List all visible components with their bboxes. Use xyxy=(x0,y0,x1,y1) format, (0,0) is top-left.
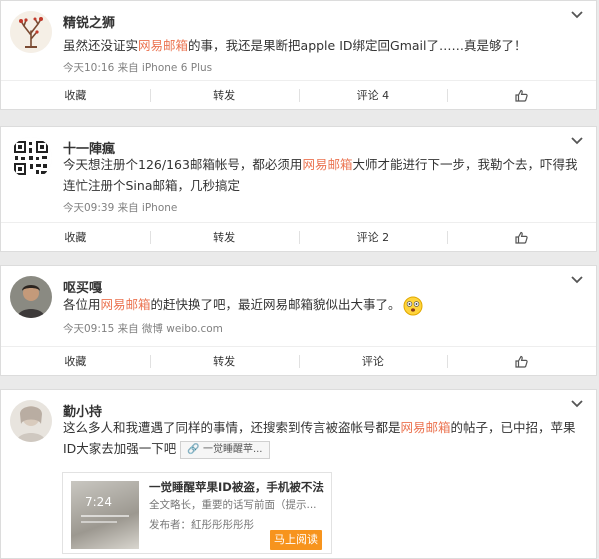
article-thumbnail: 7:24 xyxy=(71,481,139,549)
post-meta[interactable]: 今天09:15 来自 微博 weibo.com xyxy=(63,321,223,336)
chevron-down-icon[interactable] xyxy=(570,399,584,409)
post-text: 今天想注册个126/163邮箱帐号，都必须用网易邮箱大师才能进行下一步，我勒个去… xyxy=(63,154,582,196)
post-meta[interactable]: 今天09:39 来自 iPhone xyxy=(63,200,177,215)
chevron-down-icon[interactable] xyxy=(570,10,584,20)
thumbs-up-icon xyxy=(515,89,528,102)
post-text-part: 的事，我还是果断把apple ID绑定回Gmail了……真是够了！ xyxy=(188,38,527,53)
link-tag[interactable]: 🔗 一觉睡醒苹... xyxy=(180,440,270,459)
post-card: 十一陣瘋 今天想注册个126/163邮箱帐号，都必须用网易邮箱大师才能进行下一步… xyxy=(0,126,597,252)
repost-button[interactable]: 转发 xyxy=(149,81,299,109)
highlight-keyword[interactable]: 网易邮箱 xyxy=(302,157,352,172)
highlight-keyword[interactable]: 网易邮箱 xyxy=(401,420,451,435)
action-bar: 收藏 转发 评论 4 xyxy=(1,80,596,109)
avatar[interactable] xyxy=(10,11,52,53)
post-card: 精锐之狮 虽然还没证实网易邮箱的事，我还是果断把apple ID绑定回Gmail… xyxy=(0,0,597,110)
author-name[interactable]: 精锐之狮 xyxy=(63,12,115,31)
action-bar: 收藏 转发 评论 xyxy=(1,346,596,375)
chevron-down-icon[interactable] xyxy=(570,136,584,146)
article-title[interactable]: 一觉睡醒苹果ID被盗，手机被不法... xyxy=(149,479,325,495)
avatar[interactable] xyxy=(10,276,52,318)
highlight-keyword[interactable]: 网易邮箱 xyxy=(101,297,151,312)
link-icon: 🔗 xyxy=(187,443,203,455)
comment-button[interactable]: 评论 xyxy=(298,347,448,375)
repost-button[interactable]: 转发 xyxy=(149,347,299,375)
post-text-part: 的赶快换了吧，最近网易邮箱貌似出大事了。 xyxy=(150,297,401,312)
comment-button[interactable]: 评论 4 xyxy=(298,81,448,109)
article-summary: 全文略长，重要的话写前面（提示... xyxy=(149,499,317,511)
highlight-keyword[interactable]: 网易邮箱 xyxy=(138,38,188,53)
avatar[interactable] xyxy=(10,137,52,179)
tree-avatar-icon xyxy=(10,11,52,53)
post-meta[interactable]: 今天10:16 来自 iPhone 6 Plus xyxy=(63,60,212,75)
thumbs-up-icon xyxy=(515,355,528,368)
post-text-part: 虽然还没证实 xyxy=(63,38,139,53)
post-text-part: 各位用 xyxy=(63,297,101,312)
like-button[interactable] xyxy=(447,81,596,109)
person-avatar-icon xyxy=(10,276,52,318)
thumbnail-time: 7:24 xyxy=(85,495,112,509)
like-button[interactable] xyxy=(447,223,596,251)
read-now-button[interactable]: 马上阅读 xyxy=(270,530,322,550)
post-card: 呕买嘎 各位用网易邮箱的赶快换了吧，最近网易邮箱貌似出大事了。 今天09:15 … xyxy=(0,265,597,376)
scared-face-emoji-icon xyxy=(403,296,423,315)
post-text-part: 今天想注册个126/163邮箱帐号，都必须用 xyxy=(63,157,303,172)
favorite-button[interactable]: 收藏 xyxy=(1,347,150,375)
post-text: 各位用网易邮箱的赶快换了吧，最近网易邮箱貌似出大事了。 xyxy=(63,294,582,316)
action-bar: 收藏 转发 评论 2 xyxy=(1,222,596,251)
chevron-down-icon[interactable] xyxy=(570,275,584,285)
thumbs-up-icon xyxy=(515,231,528,244)
post-text: 这么多人和我遭遇了同样的事情，还搜索到传言被盗帐号都是网易邮箱的帖子，已中招，苹… xyxy=(63,417,582,459)
comment-button[interactable]: 评论 2 xyxy=(298,223,448,251)
link-tag-label: 一觉睡醒苹... xyxy=(202,443,263,455)
blurry-person-avatar-icon xyxy=(10,400,52,442)
qr-code-avatar-icon xyxy=(10,137,52,179)
avatar[interactable] xyxy=(10,400,52,442)
thumbnail-line xyxy=(81,521,117,523)
favorite-button[interactable]: 收藏 xyxy=(1,223,150,251)
favorite-button[interactable]: 收藏 xyxy=(1,81,150,109)
like-button[interactable] xyxy=(447,347,596,375)
repost-button[interactable]: 转发 xyxy=(149,223,299,251)
post-text: 虽然还没证实网易邮箱的事，我还是果断把apple ID绑定回Gmail了……真是… xyxy=(63,35,582,56)
thumbnail-line xyxy=(81,515,129,517)
post-text-part: 这么多人和我遭遇了同样的事情，还搜索到传言被盗帐号都是 xyxy=(63,420,401,435)
